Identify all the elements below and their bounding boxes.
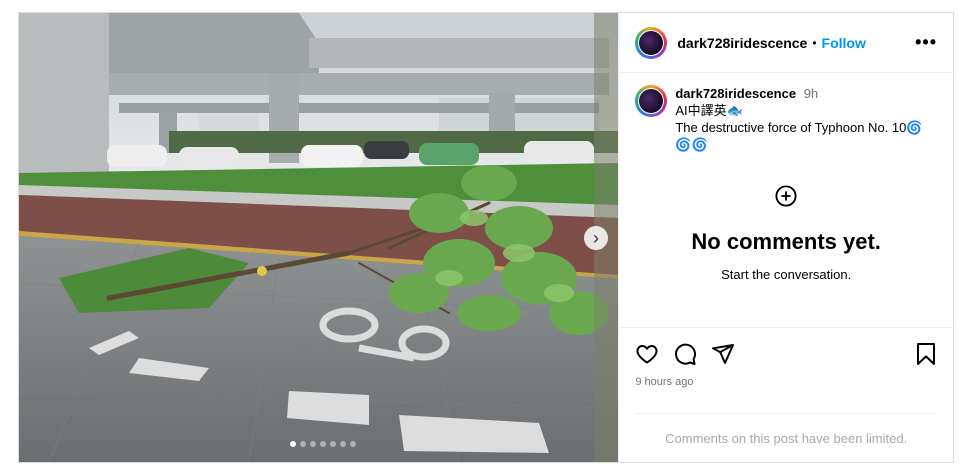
carousel-dot: [300, 441, 306, 447]
caption: dark728iridescence 9h AI中譯英🐟 The destruc…: [619, 73, 953, 153]
carousel-indicator: [290, 441, 356, 447]
caption-line-3: 🌀🌀: [675, 137, 708, 152]
carousel-dot: [340, 441, 346, 447]
carousel-dot: [310, 441, 316, 447]
avatar[interactable]: [635, 85, 668, 117]
follow-button[interactable]: Follow: [822, 35, 866, 51]
empty-subtitle: Start the conversation.: [721, 267, 852, 282]
avatar[interactable]: [635, 26, 668, 59]
caption-line-1: AI中譯英🐟: [675, 103, 743, 118]
empty-title: No comments yet.: [691, 229, 881, 254]
caption-time[interactable]: 9h: [804, 86, 818, 101]
caption-line-2: The destructive force of Typhoon No. 10🌀: [675, 120, 923, 135]
share-icon[interactable]: [711, 342, 735, 366]
caption-body: dark728iridescence 9h AI中譯英🐟 The destruc…: [675, 85, 922, 153]
comment-icon[interactable]: [673, 342, 697, 366]
heart-icon[interactable]: [635, 342, 659, 366]
comments-limited-notice: Comments on this post have been limited.: [635, 413, 937, 463]
next-image-button[interactable]: ›: [584, 226, 608, 250]
more-options-icon[interactable]: •••: [915, 32, 937, 53]
empty-comments: No comments yet. Start the conversation.: [619, 185, 953, 282]
username-link[interactable]: dark728iridescence: [677, 35, 807, 51]
separator-dot: •: [812, 35, 817, 50]
carousel-dot: [290, 441, 296, 447]
bookmark-icon[interactable]: [915, 342, 937, 366]
post-sidebar: dark728iridescence • Follow ••• dark728i…: [618, 13, 953, 462]
carousel-dot: [320, 441, 326, 447]
caption-username[interactable]: dark728iridescence: [675, 86, 796, 101]
plus-circle-icon[interactable]: [775, 185, 797, 207]
post-image[interactable]: ›: [19, 13, 619, 462]
post-dialog: › dark728iridescence • Follow ••• dark72…: [18, 12, 954, 463]
carousel-dot: [350, 441, 356, 447]
post-header: dark728iridescence • Follow •••: [619, 13, 953, 73]
chevron-right-icon: ›: [593, 228, 599, 248]
typhoon-scene-photo: [19, 13, 619, 462]
action-bar: 9 hours ago: [619, 327, 953, 388]
post-timestamp[interactable]: 9 hours ago: [635, 376, 937, 388]
carousel-dot: [330, 441, 336, 447]
